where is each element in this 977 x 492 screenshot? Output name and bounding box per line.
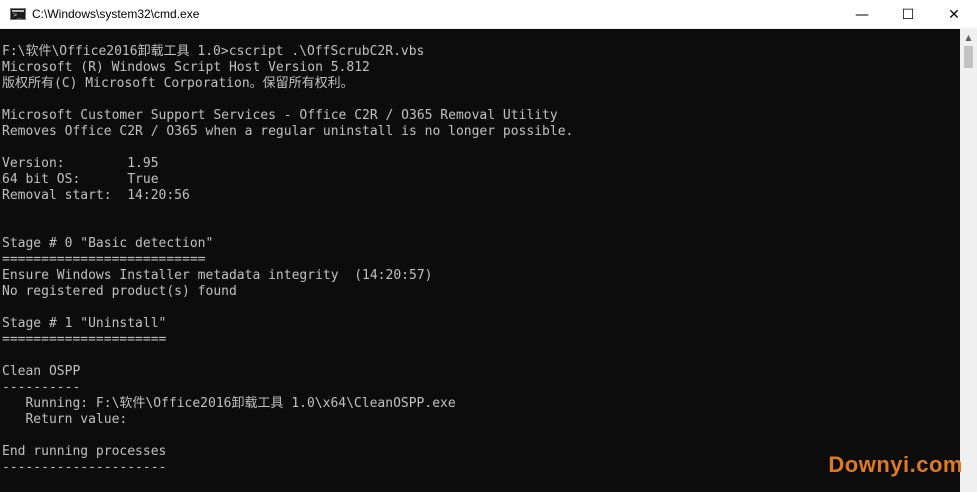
cmd-icon xyxy=(10,8,26,20)
console-line: Removes Office C2R / O365 when a regular… xyxy=(2,124,574,139)
console-line: Ensure Windows Installer metadata integr… xyxy=(2,268,433,283)
console-text: F:\软件\Office2016卸载工具 1.0>cscript .\OffSc… xyxy=(0,29,960,476)
console-line: Running: F:\软件\Office2016卸载工具 1.0\x64\Cl… xyxy=(2,396,456,411)
console-line: --------------------- xyxy=(2,460,167,475)
console-line: 64 bit OS: True xyxy=(2,172,159,187)
console-line: ========================== xyxy=(2,252,206,267)
vertical-scrollbar[interactable]: ▲ xyxy=(960,29,977,492)
console-line: Microsoft (R) Windows Script Host Versio… xyxy=(2,60,370,75)
console-line: F:\软件\Office2016卸载工具 1.0>cscript .\OffSc… xyxy=(2,44,425,59)
console-output[interactable]: F:\软件\Office2016卸载工具 1.0>cscript .\OffSc… xyxy=(0,29,960,492)
maximize-button[interactable]: ☐ xyxy=(885,0,931,29)
console-line: Return value: xyxy=(2,412,128,427)
console-line: Clean OSPP xyxy=(2,364,81,379)
console-line: Removal start: 14:20:56 xyxy=(2,188,190,203)
window-title: C:\Windows\system32\cmd.exe xyxy=(32,7,200,21)
console-line: Stage # 0 "Basic detection" xyxy=(2,236,214,251)
console-line: End running processes xyxy=(2,444,167,459)
console-line: No registered product(s) found xyxy=(2,284,237,299)
scroll-up-arrow-icon[interactable]: ▲ xyxy=(960,29,977,46)
close-button[interactable]: ✕ xyxy=(931,0,977,29)
console-line: 版权所有(C) Microsoft Corporation。保留所有权利。 xyxy=(2,76,354,91)
window-controls: — ☐ ✕ xyxy=(839,0,977,29)
title-bar[interactable]: C:\Windows\system32\cmd.exe — ☐ ✕ xyxy=(0,0,977,29)
console-line: ---------- xyxy=(2,380,81,395)
console-line: Microsoft Customer Support Services - Of… xyxy=(2,108,558,123)
scrollbar-thumb[interactable] xyxy=(964,46,973,68)
console-line: Stage # 1 "Uninstall" xyxy=(2,316,167,331)
watermark-logo: Downyi.com xyxy=(828,452,963,477)
console-line: Version: 1.95 xyxy=(2,156,159,171)
console-line: ===================== xyxy=(2,332,167,347)
minimize-button[interactable]: — xyxy=(839,0,885,29)
